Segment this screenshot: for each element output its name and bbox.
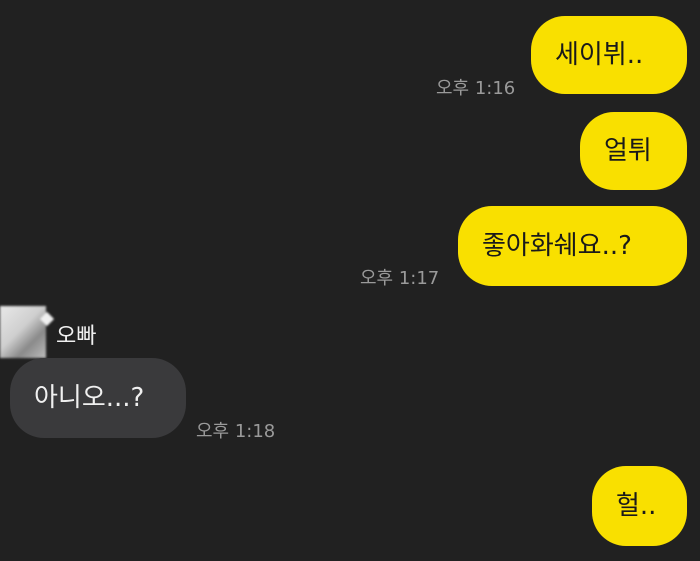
- message-timestamp: 오후 1:17: [360, 268, 440, 289]
- received-message-bubble[interactable]: 아니오...?: [10, 358, 186, 438]
- sent-message-bubble[interactable]: 얼튀: [580, 112, 687, 190]
- message-timestamp: 오후 1:18: [196, 421, 276, 442]
- message-timestamp: 오후 1:16: [436, 78, 516, 99]
- sent-message-bubble[interactable]: 헐..: [592, 466, 687, 546]
- chat-conversation[interactable]: 오후 1:16 세이뷔.. 얼튀 오후 1:17 좋아화쉐요..? 오빠 아니오…: [0, 0, 700, 561]
- sender-avatar[interactable]: [0, 306, 46, 358]
- sender-name: 오빠: [56, 324, 97, 349]
- sent-message-bubble[interactable]: 좋아화쉐요..?: [458, 206, 687, 286]
- sent-message-bubble[interactable]: 세이뷔..: [531, 16, 687, 94]
